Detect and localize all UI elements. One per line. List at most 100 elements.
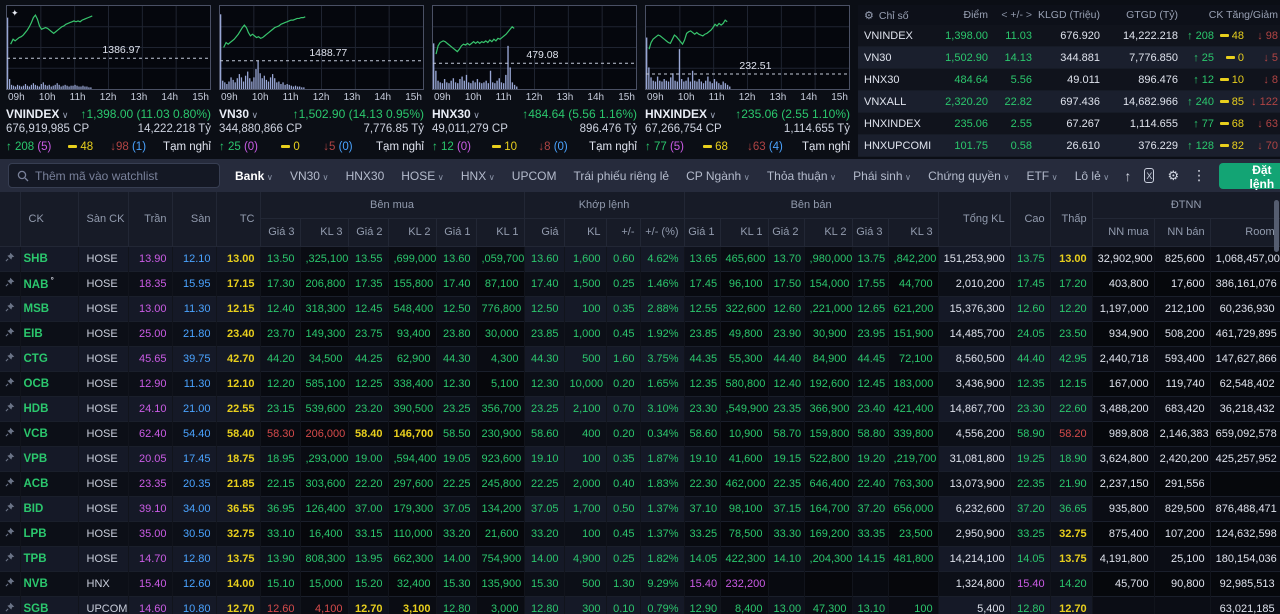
tab-etf[interactable]: ETF ∨ <box>1026 169 1057 183</box>
col-header-gia2-mua[interactable]: Giá 2 <box>348 218 389 247</box>
chart-plot[interactable]: 479.08 <box>432 5 637 90</box>
tab-trai-phieu-rieng-le[interactable]: Trái phiếu riêng lẻ <box>573 169 669 183</box>
col-header-gia2-ban[interactable]: Giá 2 <box>768 218 805 247</box>
col-header-tc[interactable]: TC <box>216 192 261 247</box>
index-row-hnxupcomindex[interactable]: HNXUPCOMINDEX 101.75 0.58 26.610 376.229 ↑ 12… <box>858 135 1280 157</box>
pin-icon[interactable] <box>0 471 20 496</box>
index-row-hnxindex[interactable]: HNXINDEX 235.06 2.55 67.267 1,114.655 ↑ 77 68 ↓… <box>858 113 1280 135</box>
col-header-nn-mua[interactable]: NN mua <box>1092 218 1155 247</box>
col-header-chg[interactable]: +/- <box>606 218 641 247</box>
chart-plot[interactable]: 1488.77 <box>219 5 424 90</box>
board-row-ctg[interactable]: CTG HOSE 45.65 39.75 42.70 44.20 34,500 44.25 62… <box>0 346 1280 371</box>
col-header-gia3-ban[interactable]: Giá 3 <box>852 218 889 247</box>
tab-thoa-thuan[interactable]: Thỏa thuận ∨ <box>767 169 836 183</box>
index-symbol-dropdown[interactable]: HNXINDEX ∨ <box>645 107 716 121</box>
col-header-san-ck[interactable]: Sàn CK <box>78 192 129 247</box>
next-page-icon[interactable]: > <box>1023 9 1032 21</box>
board-row-msb[interactable]: MSB HOSE 13.00 11.30 12.15 12.40 318,300 12.45 5… <box>0 296 1280 321</box>
index-symbol-dropdown[interactable]: VNINDEX ∨ <box>6 107 68 121</box>
col-header-ck[interactable]: CK <box>20 192 79 247</box>
tab-hnx[interactable]: HNX ∨ <box>461 169 495 183</box>
col-header-kl3-mua[interactable]: KL 3 <box>300 218 349 247</box>
col-header-thap[interactable]: Thấp <box>1050 192 1093 247</box>
board-row-tpb[interactable]: TPB HOSE 14.70 12.80 13.75 13.90 808,300 13.95 6… <box>0 546 1280 571</box>
index-row-vnindex[interactable]: VNINDEX 1,398.00 11.03 676.920 14,222.218 ↑ 2… <box>858 25 1280 47</box>
col-header-chg-pct[interactable]: +/- (%) <box>640 218 685 247</box>
col-header-room[interactable]: Room <box>1210 218 1280 247</box>
scrollbar-thumb[interactable] <box>1274 200 1279 252</box>
pin-icon[interactable] <box>0 346 20 371</box>
ticker-symbol[interactable]: OCB <box>20 371 78 396</box>
index-row-vn30[interactable]: VN30 1,502.90 14.13 344.881 7,776.850 ↑ 25 0 ↓ … <box>858 47 1280 69</box>
board-row-acb[interactable]: ACB HOSE 23.35 20.35 21.85 22.15 303,600 22.20 2… <box>0 471 1280 496</box>
tab-cp-nganh[interactable]: CP Ngành ∨ <box>686 169 750 183</box>
col-header-tran[interactable]: Trần <box>128 192 173 247</box>
board-row-nab[interactable]: NAB ° HOSE 18.35 15.95 17.15 17.30 206,800 17.3… <box>0 271 1280 296</box>
search-input[interactable] <box>35 168 211 183</box>
place-order-button[interactable]: Đặt lệnh <box>1219 162 1280 191</box>
tab-vn30[interactable]: VN30 ∨ <box>290 169 329 183</box>
pin-icon[interactable] <box>0 271 20 296</box>
board-row-hdb[interactable]: HDB HOSE 24.10 21.00 22.55 23.15 539,600 23.20 3… <box>0 396 1280 421</box>
board-row-vcb[interactable]: VCB HOSE 62.40 54.40 58.40 58.30 206,000 58.40 1… <box>0 421 1280 446</box>
tab-hnx30[interactable]: HNX30 <box>346 169 385 183</box>
search-box[interactable] <box>8 163 220 188</box>
col-header-kl-khop[interactable]: KL <box>564 218 607 247</box>
board-row-sgb[interactable]: SGB UPCOM 14.60 10.80 12.70 12.60 4,100 12.70 3,… <box>0 596 1280 614</box>
board-row-nvb[interactable]: NVB HNX 15.40 12.60 14.00 15.10 15,000 15.20 32,… <box>0 571 1280 596</box>
col-header-tong-kl[interactable]: Tổng KL <box>938 192 1011 247</box>
tab-chung-quyen[interactable]: Chứng quyền ∨ <box>928 169 1009 183</box>
col-header-kl1-ban[interactable]: KL 1 <box>720 218 769 247</box>
board-row-vpb[interactable]: VPB HOSE 20.05 17.45 18.75 18.95,293,000 19.00… <box>0 446 1280 471</box>
board-row-bid[interactable]: BID HOSE 39.10 34.00 36.55 36.95 126,400 37.00 1… <box>0 496 1280 521</box>
board-row-shb[interactable]: SHB HOSE 13.90 12.10 13.00 13.50,325,100 13.55… <box>0 246 1280 271</box>
ticker-symbol[interactable]: LPB <box>20 521 78 546</box>
ticker-symbol[interactable]: TPB <box>20 546 78 571</box>
kebab-menu-icon[interactable]: ⋮ <box>1192 167 1206 184</box>
index-row-hnx30[interactable]: HNX30 484.64 5.56 49.011 896.476 ↑ 12 10 ↓ 8 <box>858 69 1280 91</box>
ticker-symbol[interactable]: BID <box>20 496 78 521</box>
index-row-vnxall[interactable]: VNXALL 2,320.20 22.82 697.436 14,682.966 ↑ 24… <box>858 91 1280 113</box>
ticker-symbol[interactable]: EIB <box>20 321 78 346</box>
col-header-gia1-ban[interactable]: Giá 1 <box>684 218 721 247</box>
ticker-symbol[interactable]: CTG <box>20 346 78 371</box>
pin-icon[interactable] <box>0 246 20 271</box>
col-header-kl2-ban[interactable]: KL 2 <box>804 218 853 247</box>
ticker-symbol[interactable]: VPB <box>20 446 78 471</box>
col-header-cao[interactable]: Cao <box>1010 192 1051 247</box>
col-header-gia1-mua[interactable]: Giá 1 <box>436 218 477 247</box>
pin-icon[interactable] <box>0 571 20 596</box>
ticker-symbol[interactable]: HDB <box>20 396 78 421</box>
col-header-gia3-mua[interactable]: Giá 3 <box>260 218 301 247</box>
pin-icon[interactable] <box>0 521 20 546</box>
pin-icon[interactable] <box>0 296 20 321</box>
col-header-nn-ban[interactable]: NN bán <box>1154 218 1211 247</box>
pin-icon[interactable] <box>0 396 20 421</box>
ticker-symbol[interactable]: SGB <box>20 596 78 614</box>
chart-plot[interactable]: 1386.97 ✦ <box>6 5 211 90</box>
board-row-ocb[interactable]: OCB HOSE 12.90 11.30 12.10 12.20 585,100 12.25 3… <box>0 371 1280 396</box>
col-header-kl1-mua[interactable]: KL 1 <box>476 218 525 247</box>
settings-gear-icon[interactable]: ⚙ <box>1167 168 1179 184</box>
col-header-kl2-mua[interactable]: KL 2 <box>388 218 437 247</box>
ticker-symbol[interactable]: MSB <box>20 296 78 321</box>
ticker-symbol[interactable]: VCB <box>20 421 78 446</box>
pin-icon[interactable] <box>0 421 20 446</box>
chart-plot[interactable]: 232.51 <box>645 5 850 90</box>
pin-icon[interactable] <box>0 321 20 346</box>
ticker-symbol[interactable]: SHB <box>20 246 78 271</box>
change-col-header[interactable]: < +/- > <box>988 9 1032 21</box>
excel-export-icon[interactable]: X <box>1144 168 1155 183</box>
pin-icon[interactable] <box>0 546 20 571</box>
tab-upcom[interactable]: UPCOM <box>512 169 557 183</box>
pin-icon[interactable] <box>0 596 20 614</box>
gear-icon[interactable]: ⚙ <box>864 10 874 22</box>
col-header-gia-khop[interactable]: Giá <box>524 218 565 247</box>
ticker-symbol[interactable]: NAB ° <box>20 271 78 296</box>
board-row-eib[interactable]: EIB HOSE 25.00 21.80 23.40 23.70 149,300 23.75 9… <box>0 321 1280 346</box>
tab-hose[interactable]: HOSE ∨ <box>401 169 444 183</box>
index-symbol-dropdown[interactable]: VN30 ∨ <box>219 107 258 121</box>
ticker-symbol[interactable]: NVB <box>20 571 78 596</box>
arrow-up-icon[interactable]: ↑ <box>1124 168 1131 184</box>
ticker-symbol[interactable]: ACB <box>20 471 78 496</box>
